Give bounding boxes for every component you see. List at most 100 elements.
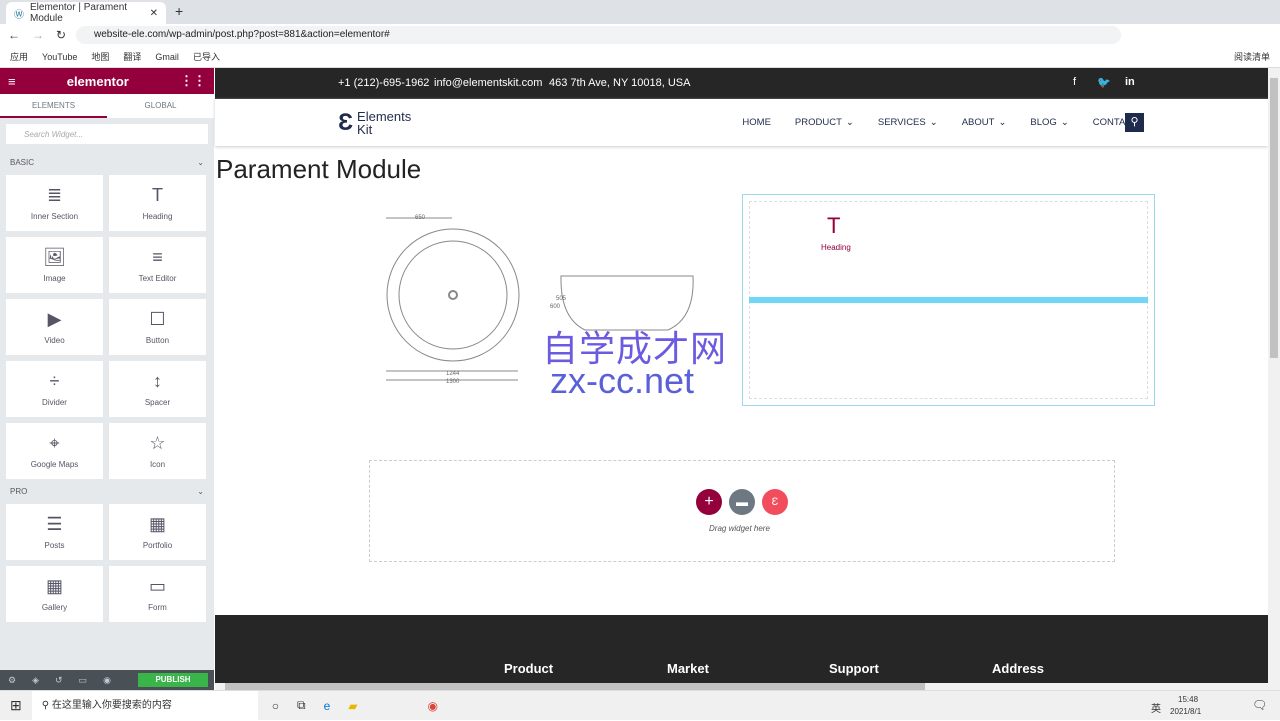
horizontal-scrollbar[interactable] xyxy=(215,683,1268,690)
widget-label: Form xyxy=(148,603,167,612)
history-icon[interactable]: ↺ xyxy=(55,675,63,686)
widget-icon[interactable]: ☆ Icon xyxy=(109,423,206,479)
browser-tabbar: Ⓦ Elementor | Parament Module ✕ + xyxy=(0,0,1280,24)
nav-blog[interactable]: BLOG xyxy=(1030,117,1056,128)
nav-services[interactable]: SERVICES xyxy=(878,117,926,128)
bookmark[interactable]: 应用 xyxy=(10,50,28,63)
widget-image[interactable]: 🖼 Image xyxy=(6,237,103,293)
drop-hint: Drag widget here xyxy=(709,524,770,533)
widget-label: Button xyxy=(145,336,170,345)
widget-label: Text Editor xyxy=(138,274,177,283)
widget-label: Heading xyxy=(142,212,173,221)
add-section-button[interactable]: + xyxy=(696,489,722,515)
widget-icon: ⌖ xyxy=(49,433,60,453)
nav-home[interactable]: HOME xyxy=(742,117,771,128)
widget-icon: ☆ xyxy=(149,433,166,453)
reading-list[interactable]: 阅读清单 xyxy=(1234,50,1270,63)
twitter-icon[interactable]: 🐦 xyxy=(1097,76,1111,89)
facebook-icon[interactable]: f xyxy=(1073,76,1076,88)
url-input[interactable]: website-ele.com/wp-admin/post.php?post=8… xyxy=(76,26,1121,44)
close-icon[interactable]: ✕ xyxy=(150,8,158,19)
brand: elementor xyxy=(66,73,129,89)
publish-button[interactable]: PUBLISH xyxy=(138,673,208,687)
chevron-down-icon: ⌄ xyxy=(1060,117,1069,128)
vertical-scrollbar[interactable] xyxy=(1268,68,1280,690)
tab-global[interactable]: GLOBAL xyxy=(107,94,214,118)
drop-column[interactable]: T Heading xyxy=(742,194,1155,406)
chevron-down-icon[interactable]: ⌄ xyxy=(197,487,204,496)
widget-heading[interactable]: T Heading xyxy=(109,175,206,231)
logo-icon: Ɛ xyxy=(338,109,354,136)
reload-icon[interactable]: ↻ xyxy=(56,28,66,42)
notifications-icon[interactable]: 🗨 xyxy=(1252,698,1267,712)
windows-start-icon[interactable]: ⊞ xyxy=(10,697,22,714)
clock-time[interactable]: 15:48 xyxy=(1178,695,1198,704)
add-template-button[interactable]: ▬ xyxy=(729,489,755,515)
tab-elements[interactable]: ELEMENTS xyxy=(0,94,107,118)
email: info@elementskit.com xyxy=(434,77,543,89)
browser-tab[interactable]: Ⓦ Elementor | Parament Module ✕ xyxy=(6,2,166,24)
linkedin-icon[interactable]: in xyxy=(1125,76,1135,88)
navigator-icon[interactable]: ◈ xyxy=(32,675,39,686)
responsive-icon[interactable]: ▭ xyxy=(79,675,88,686)
search-widget-input[interactable]: Search Widget... xyxy=(6,124,208,144)
bookmark[interactable]: 翻译 xyxy=(123,50,141,63)
search-icon[interactable]: ⚲ xyxy=(1125,113,1144,132)
nav-about[interactable]: ABOUT xyxy=(962,117,995,128)
widget-text-editor[interactable]: ≡ Text Editor xyxy=(109,237,206,293)
widget-label: Video xyxy=(44,336,65,345)
dim-top: 650 xyxy=(415,215,426,221)
chevron-down-icon: ⌄ xyxy=(998,117,1007,128)
bookmark[interactable]: YouTube xyxy=(42,52,77,62)
dim-bottom2: 1300 xyxy=(446,379,460,385)
widget-icon: 🖼 xyxy=(43,247,66,267)
taskbar-search[interactable]: ⚲ 在这里输入你要搜索的内容 xyxy=(31,690,258,721)
add-section-area: + ▬ Ɛ Drag widget here xyxy=(369,460,1115,562)
apps-grid-icon[interactable]: ⋮⋮ xyxy=(180,73,206,89)
phone: +1 (212)-695-1962 xyxy=(338,77,430,89)
widget-icon: ☰ xyxy=(46,514,63,534)
widget-icon: ▦ xyxy=(148,514,166,534)
widget-spacer[interactable]: ↕ Spacer xyxy=(109,361,206,417)
bookmark[interactable]: 已导入 xyxy=(193,50,220,63)
cortana-icon[interactable]: ○ xyxy=(272,699,279,713)
page-title: Parament Module xyxy=(216,154,422,184)
clock-date[interactable]: 2021/8/1 xyxy=(1170,707,1201,716)
chevron-down-icon[interactable]: ⌄ xyxy=(197,158,204,167)
site-topbar: +1 (212)-695-1962 info@elementskit.com 4… xyxy=(215,68,1268,99)
ime-indicator[interactable]: 英 xyxy=(1151,700,1161,715)
widget-gallery[interactable]: ▦ Gallery xyxy=(6,566,103,622)
widget-button[interactable]: ☐ Button xyxy=(109,299,206,355)
back-icon[interactable]: ← xyxy=(8,28,20,42)
elementor-panel: ≡ elementor ⋮⋮ ELEMENTS GLOBAL Search Widge… xyxy=(0,68,214,690)
bookmark[interactable]: 地图 xyxy=(91,50,109,63)
footer-heading: Address xyxy=(992,661,1045,676)
widget-posts[interactable]: ☰ Posts xyxy=(6,504,103,560)
widget-google-maps[interactable]: ⌖ Google Maps xyxy=(6,423,103,479)
widget-label: Google Maps xyxy=(30,460,79,469)
preview-icon[interactable]: ◉ xyxy=(103,675,111,686)
widget-icon: ≣ xyxy=(46,185,63,205)
bookmark[interactable]: Gmail xyxy=(155,52,179,62)
widget-label: Divider xyxy=(42,398,67,407)
task-view-icon[interactable]: ⧉ xyxy=(297,698,306,713)
widget-divider[interactable]: ÷ Divider xyxy=(6,361,103,417)
forward-icon[interactable]: → xyxy=(32,28,44,42)
drop-indicator xyxy=(749,297,1148,303)
edge-icon[interactable]: e xyxy=(324,699,331,713)
widget-portfolio[interactable]: ▦ Portfolio xyxy=(109,504,206,560)
category-basic[interactable]: BASIC xyxy=(10,158,34,167)
chrome-icon[interactable]: ◉ xyxy=(427,699,437,713)
category-pro[interactable]: PRO xyxy=(10,487,27,496)
widget-inner-section[interactable]: ≣ Inner Section xyxy=(6,175,103,231)
widget-icon: ▭ xyxy=(148,576,166,596)
new-tab-button[interactable]: + xyxy=(175,3,183,19)
menu-icon[interactable]: ≡ xyxy=(8,74,16,89)
widget-video[interactable]: ▶ Video xyxy=(6,299,103,355)
widget-form[interactable]: ▭ Form xyxy=(109,566,206,622)
explorer-icon[interactable]: ▰ xyxy=(348,699,357,713)
elementskit-button[interactable]: Ɛ xyxy=(762,489,788,515)
nav-product[interactable]: PRODUCT xyxy=(795,117,842,128)
logo[interactable]: Elements Kit xyxy=(357,110,417,136)
settings-icon[interactable]: ⚙ xyxy=(8,675,16,686)
